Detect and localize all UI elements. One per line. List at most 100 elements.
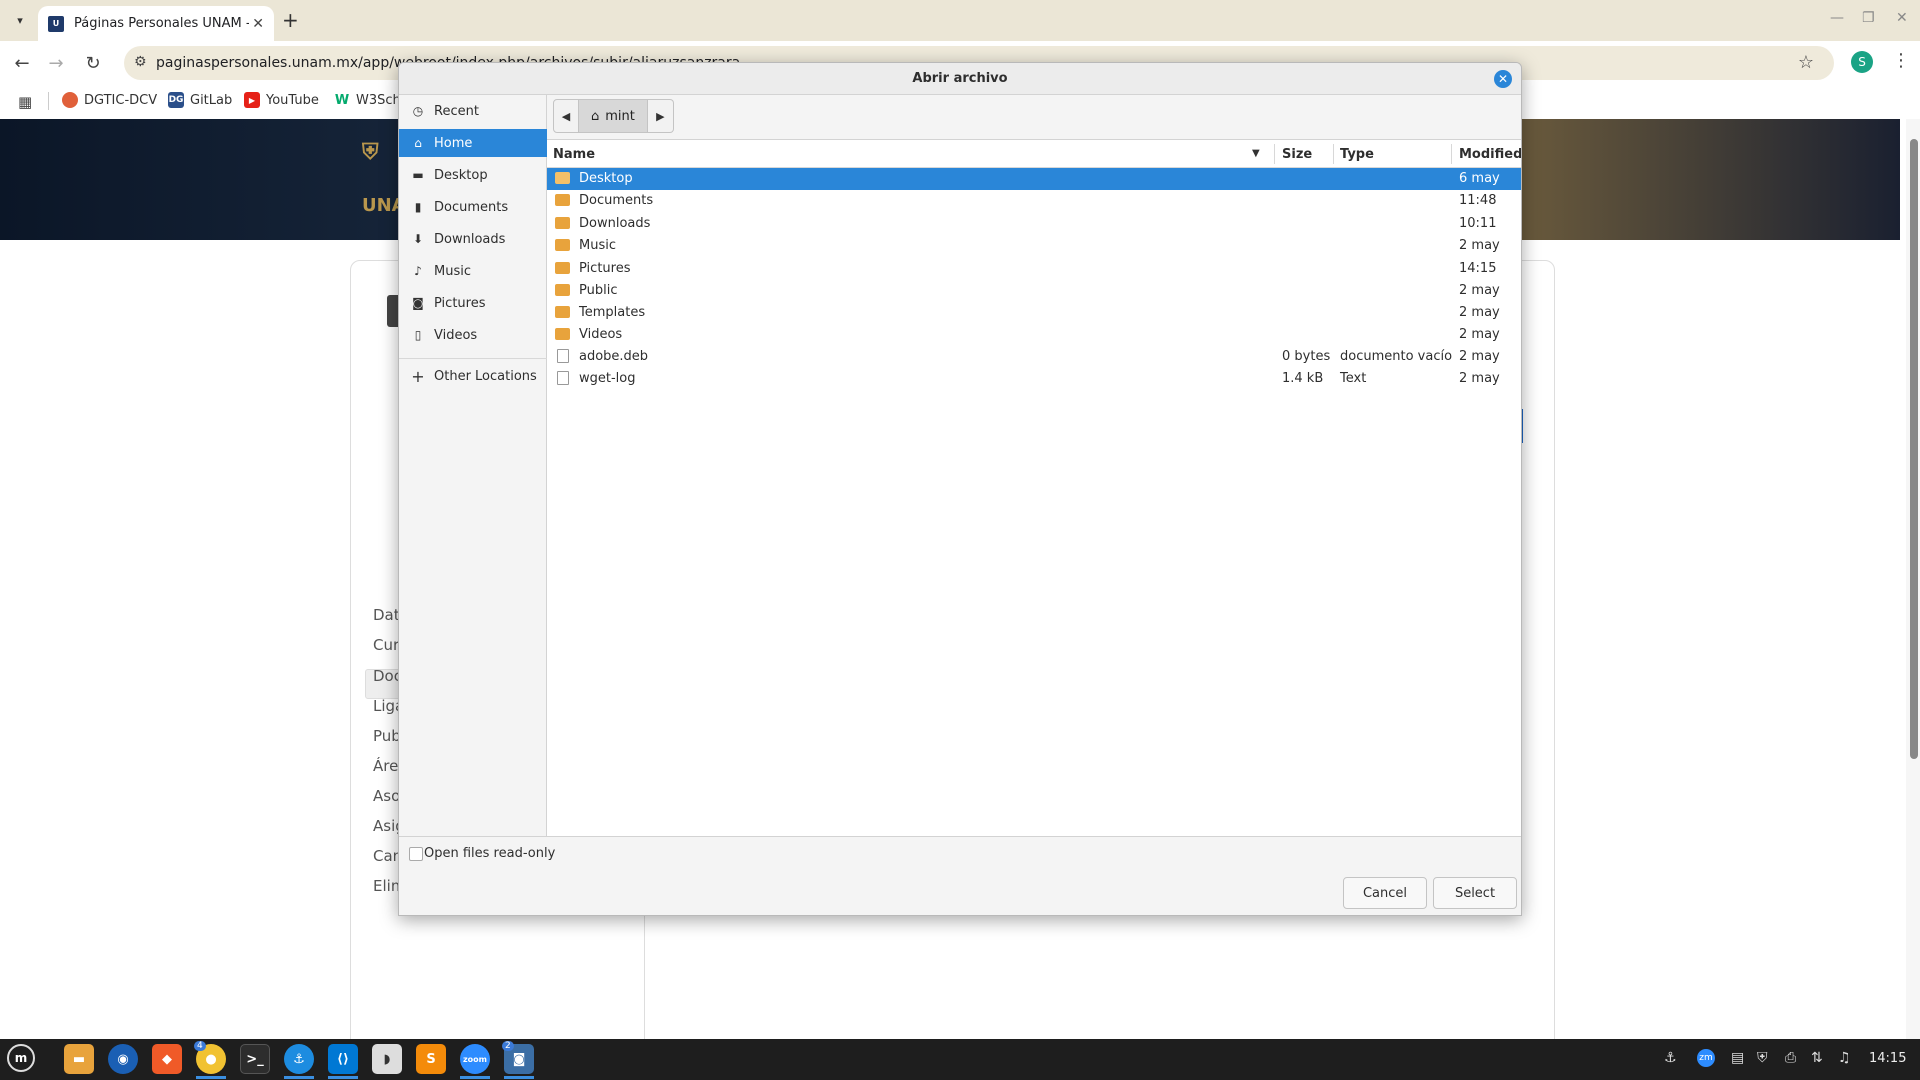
- shield-tray-icon[interactable]: ⛨: [1757, 1050, 1768, 1066]
- bookmark-star-icon[interactable]: ☆: [1798, 52, 1814, 73]
- file-row[interactable]: Public 2 may: [547, 280, 1521, 302]
- file-name: adobe.deb: [579, 349, 649, 364]
- place-documents[interactable]: ▮ Documents: [399, 193, 547, 221]
- place-music[interactable]: ♪ Music: [399, 257, 547, 285]
- side-link[interactable]: Cur: [373, 636, 399, 654]
- file-modified: 6 may: [1459, 171, 1500, 186]
- app-white-icon[interactable]: ◗: [372, 1044, 402, 1074]
- back-icon[interactable]: ←: [9, 50, 35, 76]
- file-name: Desktop: [579, 171, 633, 186]
- minimize-icon[interactable]: —: [1830, 10, 1844, 26]
- column-separator: [1274, 144, 1275, 164]
- page-scroll-thumb[interactable]: [1910, 139, 1918, 759]
- place-label: Pictures: [434, 295, 486, 311]
- file-modified: 2 may: [1459, 305, 1500, 320]
- readonly-checkbox[interactable]: [409, 847, 423, 861]
- file-row[interactable]: Pictures 14:15: [547, 258, 1521, 280]
- sublime-icon[interactable]: S: [416, 1044, 446, 1074]
- column-type[interactable]: Type: [1340, 147, 1374, 162]
- sort-down-icon[interactable]: ▼: [1252, 148, 1260, 159]
- network-tray-icon[interactable]: ⇅: [1811, 1050, 1823, 1066]
- unam-favicon-icon: U: [48, 15, 64, 32]
- cancel-button[interactable]: Cancel: [1343, 877, 1427, 909]
- select-button[interactable]: Select: [1433, 877, 1517, 909]
- file-row[interactable]: Templates 2 may: [547, 302, 1521, 324]
- docker-tray-icon[interactable]: ⚓: [1664, 1050, 1677, 1066]
- app-orange-icon[interactable]: ◆: [152, 1044, 182, 1074]
- folder-icon: [555, 284, 570, 296]
- restore-icon[interactable]: ❐: [1862, 10, 1875, 26]
- column-size[interactable]: Size: [1282, 147, 1312, 162]
- tab-close-icon[interactable]: ✕: [252, 16, 264, 32]
- file-row[interactable]: Documents 11:48: [547, 190, 1521, 212]
- file-row[interactable]: Music 2 may: [547, 235, 1521, 257]
- zoom-icon[interactable]: zoom: [460, 1044, 490, 1074]
- tab-search-button[interactable]: ▾: [8, 8, 32, 32]
- side-link[interactable]: Dat: [373, 606, 400, 624]
- file-name: wget-log: [579, 371, 636, 386]
- file-name: Public: [579, 283, 618, 298]
- chrome-badge: 4: [194, 1041, 206, 1051]
- column-name[interactable]: Name: [553, 147, 595, 162]
- file-modified: 2 may: [1459, 238, 1500, 253]
- file-list: Name ▼ Size Type Modified Desktop 6 may …: [547, 139, 1521, 836]
- file-modified: 14:15: [1459, 261, 1497, 276]
- place-other-locations[interactable]: + Other Locations: [399, 362, 547, 390]
- file-row[interactable]: Videos 2 may: [547, 324, 1521, 346]
- site-info-icon[interactable]: ⚙: [134, 54, 147, 70]
- forward-icon[interactable]: →: [43, 50, 69, 76]
- terminal-icon[interactable]: >_: [240, 1044, 270, 1074]
- file-type: documento vacío: [1340, 349, 1453, 364]
- side-link[interactable]: Pub: [373, 727, 401, 745]
- column-modified[interactable]: Modified: [1459, 147, 1521, 162]
- places-separator: [399, 358, 547, 359]
- place-label: Other Locations: [434, 368, 537, 384]
- vscode-icon[interactable]: ⟨⟩: [328, 1044, 358, 1074]
- place-label: Home: [434, 135, 473, 151]
- camera-icon: ◙: [412, 296, 424, 310]
- clock[interactable]: 14:15: [1869, 1051, 1906, 1066]
- bookmark-dgtic[interactable]: DGTIC-DCV: [62, 92, 157, 108]
- firefox-icon[interactable]: ◉: [108, 1044, 138, 1074]
- docker-icon[interactable]: ⚓: [284, 1044, 314, 1074]
- place-downloads[interactable]: ⬇ Downloads: [399, 225, 547, 253]
- file-row[interactable]: adobe.deb 0 bytes documento vacío 2 may: [547, 346, 1521, 368]
- place-videos[interactable]: ▯ Videos: [399, 321, 547, 349]
- apps-grid-icon[interactable]: ▦: [18, 93, 32, 111]
- side-link[interactable]: Aso: [373, 787, 400, 805]
- profile-avatar[interactable]: S: [1851, 51, 1873, 73]
- path-forward-arrow-icon[interactable]: ▶: [647, 99, 674, 133]
- new-tab-button[interactable]: +: [282, 8, 299, 32]
- file-row[interactable]: wget-log 1.4 kB Text 2 may: [547, 368, 1521, 390]
- docker-active-indicator: [284, 1076, 314, 1079]
- bookmark-youtube[interactable]: ▶ YouTube: [244, 92, 319, 108]
- zoom-tray-icon[interactable]: zm: [1697, 1049, 1715, 1067]
- page-scrollbar[interactable]: [1906, 119, 1920, 1039]
- files-icon[interactable]: ▬: [64, 1044, 94, 1074]
- close-window-icon[interactable]: ✕: [1896, 10, 1908, 26]
- screenshot-badge: 2: [502, 1041, 514, 1051]
- bookmark-gitlab[interactable]: DG GitLab: [168, 92, 232, 108]
- dialog-close-icon[interactable]: ✕: [1494, 70, 1512, 88]
- dialog-footer: Open files read-only Cancel Select: [399, 836, 1521, 915]
- readonly-label[interactable]: Open files read-only: [424, 846, 555, 861]
- sound-tray-icon[interactable]: ♫: [1838, 1050, 1851, 1066]
- place-pictures[interactable]: ◙ Pictures: [399, 289, 547, 317]
- printer-tray-icon[interactable]: ⎙: [1785, 1050, 1796, 1066]
- mint-menu-icon[interactable]: m: [7, 1044, 35, 1072]
- path-back-arrow-icon[interactable]: ◀: [553, 99, 579, 133]
- place-home[interactable]: ⌂ Home: [399, 129, 547, 157]
- folder-icon: [555, 328, 570, 340]
- path-crumb-home[interactable]: ⌂ mint: [579, 99, 648, 133]
- browser-tab[interactable]: U Páginas Personales UNAM - Sistema ✕: [38, 6, 274, 41]
- path-bar: ◀ ⌂ mint ▶: [553, 99, 674, 133]
- clipboard-tray-icon[interactable]: ▤: [1731, 1050, 1744, 1066]
- file-row[interactable]: Desktop 6 may: [547, 168, 1521, 190]
- place-recent[interactable]: ◷ Recent: [399, 97, 547, 125]
- menu-kebab-icon[interactable]: ⋮: [1892, 50, 1910, 71]
- gitlab-icon: DG: [168, 92, 184, 108]
- place-desktop[interactable]: ▬ Desktop: [399, 161, 547, 189]
- film-icon: ▯: [414, 328, 422, 342]
- reload-icon[interactable]: ↻: [80, 50, 106, 76]
- file-row[interactable]: Downloads 10:11: [547, 213, 1521, 235]
